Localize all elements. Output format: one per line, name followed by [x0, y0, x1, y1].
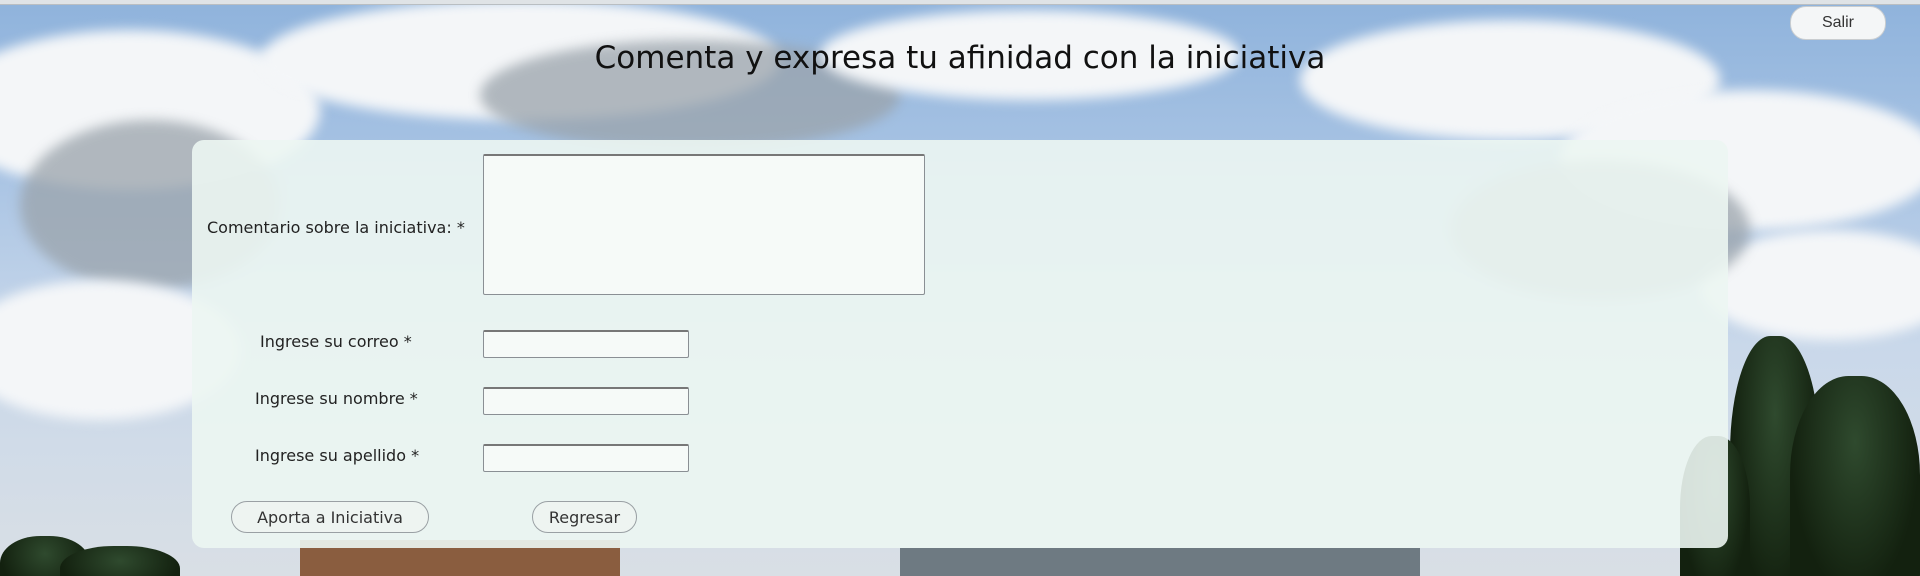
name-field[interactable] — [483, 387, 689, 415]
top-border — [0, 0, 1920, 5]
page-title: Comenta y expresa tu afinidad con la ini… — [594, 40, 1326, 76]
comment-form: Comentario sobre la iniciativa: * Ingres… — [192, 140, 1728, 548]
email-field[interactable] — [483, 330, 689, 358]
logout-button[interactable]: Salir — [1790, 6, 1886, 40]
lastname-label: Ingrese su apellido * — [255, 446, 420, 465]
back-button[interactable]: Regresar — [532, 501, 637, 533]
comment-label: Comentario sobre la iniciativa: * — [207, 218, 465, 237]
comment-textarea[interactable] — [483, 154, 925, 295]
lastname-field[interactable] — [483, 444, 689, 472]
email-label: Ingrese su correo * — [260, 332, 412, 351]
name-label: Ingrese su nombre * — [255, 389, 418, 408]
submit-button[interactable]: Aporta a Iniciativa — [231, 501, 429, 533]
